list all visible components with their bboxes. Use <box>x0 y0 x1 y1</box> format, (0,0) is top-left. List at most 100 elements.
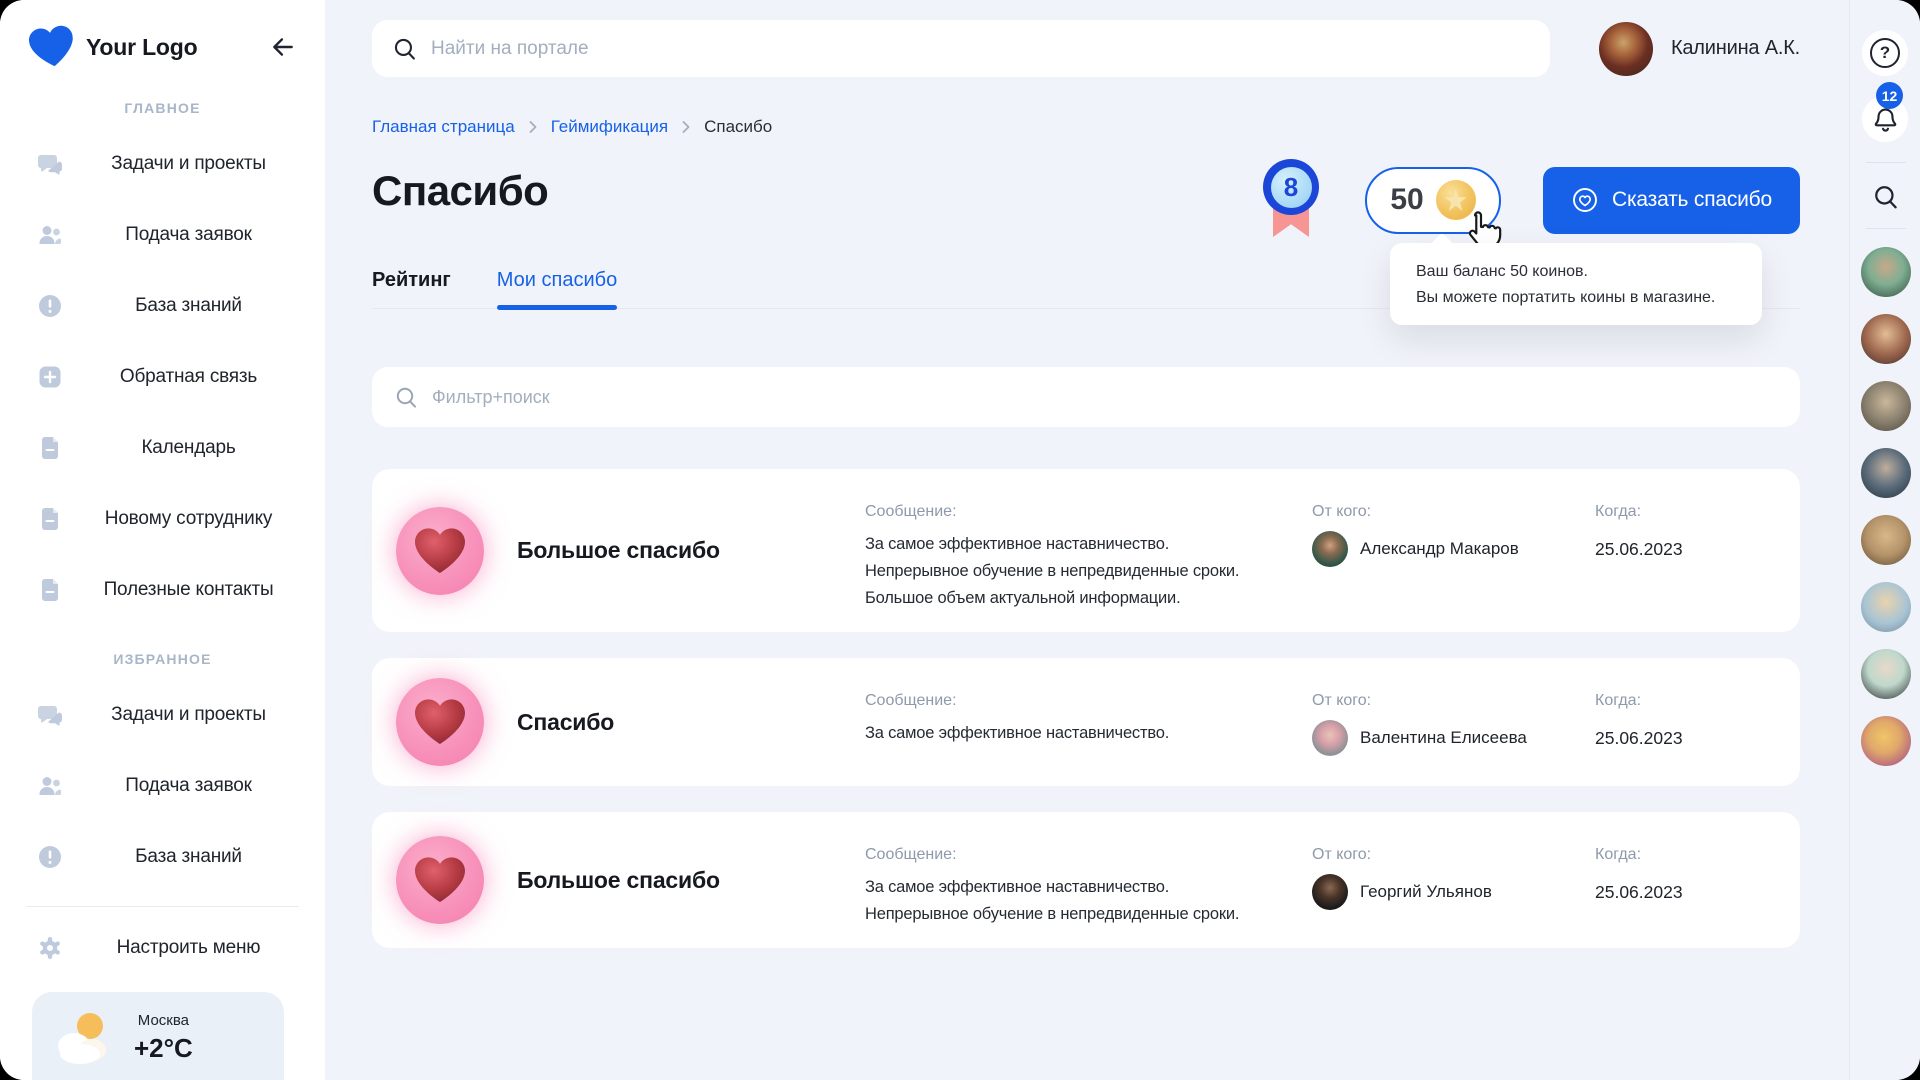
thanks-heart-icon <box>396 836 484 924</box>
message-label: Сообщение: <box>865 678 1312 710</box>
chat-icon <box>36 150 64 178</box>
tab-rating[interactable]: Рейтинг <box>372 269 451 308</box>
sidebar-item-configure-menu[interactable]: Настроить меню <box>0 925 325 971</box>
tab-my-thanks[interactable]: Мои спасибо <box>497 269 617 308</box>
plus-square-icon <box>36 363 64 391</box>
info-circle-icon <box>36 292 64 320</box>
breadcrumb-current: Спасибо <box>704 117 772 137</box>
user-name: Калинина А.К. <box>1671 37 1800 60</box>
brand-logo-text: Your Logo <box>86 34 197 61</box>
thanks-card[interactable]: Спасибо Сообщение: За самое эффективное … <box>372 658 1800 786</box>
contact-avatar[interactable] <box>1861 247 1911 297</box>
filter-search-input[interactable] <box>432 387 1778 408</box>
sender-avatar <box>1312 874 1348 910</box>
sun-cloud-icon <box>50 1008 112 1064</box>
sidebar-nav-main: Задачи и проекты Подача заявок База знан… <box>0 141 325 613</box>
when-label: Когда: <box>1595 832 1776 864</box>
thanks-date: 25.06.2023 <box>1595 728 1776 749</box>
search-icon <box>392 36 417 61</box>
sidebar-item-feedback[interactable]: Обратная связь <box>0 354 325 400</box>
message-text: За самое эффективное наставничество. Неп… <box>865 531 1312 612</box>
sidebar-item-calendar[interactable]: Календарь <box>0 425 325 471</box>
say-thanks-button[interactable]: Сказать спасибо <box>1543 167 1800 234</box>
notification-count-badge: 12 <box>1876 82 1903 109</box>
logo-row: Your Logo <box>0 0 325 68</box>
thanks-heart-icon <box>396 678 484 766</box>
document-icon <box>36 434 64 462</box>
weather-widget: Москва +2°C <box>32 992 284 1080</box>
portal-search <box>372 20 1550 77</box>
document-icon <box>36 576 64 604</box>
main-content: Калинина А.К. Главная страница Геймифика… <box>325 0 1849 1080</box>
right-rail: ? 12 <box>1849 0 1920 1080</box>
contact-avatar[interactable] <box>1861 381 1911 431</box>
user-menu[interactable]: Калинина А.К. <box>1599 22 1800 76</box>
thanks-card[interactable]: Большое спасибо Сообщение: За самое эффе… <box>372 812 1800 948</box>
thanks-title: Спасибо <box>517 709 865 736</box>
thanks-date: 25.06.2023 <box>1595 539 1776 560</box>
balance-tooltip: Ваш баланс 50 коинов. Вы можете портатит… <box>1390 243 1762 325</box>
document-icon <box>36 505 64 533</box>
info-circle-icon <box>36 843 64 871</box>
contact-avatar[interactable] <box>1861 314 1911 364</box>
from-label: От кого: <box>1312 678 1595 710</box>
sender-avatar <box>1312 531 1348 567</box>
message-label: Сообщение: <box>865 489 1312 521</box>
app-window: Your Logo ГЛАВНОЕ Задачи и проекты Подач… <box>0 0 1920 1080</box>
portal-search-input[interactable] <box>431 38 1530 60</box>
message-text: За самое эффективное наставничество. <box>865 720 1312 747</box>
sidebar-item-tasks[interactable]: Задачи и проекты <box>0 141 325 187</box>
breadcrumb-home[interactable]: Главная страница <box>372 117 515 137</box>
user-avatar[interactable] <box>1599 22 1653 76</box>
contact-avatar[interactable] <box>1861 649 1911 699</box>
weather-temperature: +2°C <box>134 1033 193 1064</box>
sidebar-nav-favorites: Задачи и проекты Подача заявок База знан… <box>0 692 325 880</box>
from-label: От кого: <box>1312 489 1595 521</box>
weather-city: Москва <box>134 1012 193 1029</box>
sidebar-collapse-button[interactable] <box>269 33 297 61</box>
from-label: От кого: <box>1312 832 1595 864</box>
message-label: Сообщение: <box>865 832 1312 864</box>
sidebar-item-tasks-fav[interactable]: Задачи и проекты <box>0 692 325 738</box>
contact-avatar[interactable] <box>1861 716 1911 766</box>
thanks-list: Большое спасибо Сообщение: За самое эффе… <box>372 469 1800 948</box>
sidebar-item-new-employee[interactable]: Новому сотруднику <box>0 496 325 542</box>
sidebar-item-useful-contacts[interactable]: Полезные контакты <box>0 567 325 613</box>
tooltip-line-2: Вы можете портатить коины в магазине. <box>1416 285 1736 311</box>
tooltip-line-1: Ваш баланс 50 коинов. <box>1416 259 1736 285</box>
sidebar-item-knowledge-base[interactable]: База знаний <box>0 283 325 329</box>
when-label: Когда: <box>1595 678 1776 710</box>
left-sidebar: Your Logo ГЛАВНОЕ Задачи и проекты Подач… <box>0 0 325 1080</box>
breadcrumb-gamification[interactable]: Геймификация <box>551 117 668 137</box>
chevron-right-icon <box>525 119 541 135</box>
sender-name: Валентина Елисеева <box>1360 728 1527 748</box>
contact-avatar[interactable] <box>1861 515 1911 565</box>
sender-name: Георгий Ульянов <box>1360 882 1492 902</box>
message-text: За самое эффективное наставничество. Неп… <box>865 874 1312 928</box>
sidebar-item-requests-fav[interactable]: Подача заявок <box>0 763 325 809</box>
coin-balance-pill[interactable]: 50 <box>1365 167 1501 234</box>
contact-avatar[interactable] <box>1861 582 1911 632</box>
bell-icon <box>1872 106 1899 133</box>
filter-search <box>372 367 1800 427</box>
sidebar-divider <box>26 906 299 907</box>
breadcrumb: Главная страница Геймификация Спасибо <box>372 117 1800 137</box>
help-button[interactable]: ? <box>1862 30 1908 76</box>
people-icon <box>36 221 64 249</box>
thanks-card[interactable]: Большое спасибо Сообщение: За самое эффе… <box>372 469 1800 632</box>
search-icon[interactable] <box>1872 183 1899 210</box>
contact-avatar[interactable] <box>1861 448 1911 498</box>
chat-icon <box>36 701 64 729</box>
question-mark-icon: ? <box>1870 38 1900 68</box>
level-medal: 8 <box>1263 159 1319 241</box>
sidebar-item-knowledge-base-fav[interactable]: База знаний <box>0 834 325 880</box>
sidebar-item-requests[interactable]: Подача заявок <box>0 212 325 258</box>
sender-avatar <box>1312 720 1348 756</box>
sender-name: Александр Макаров <box>1360 539 1519 559</box>
thanks-date: 25.06.2023 <box>1595 882 1776 903</box>
thanks-title: Большое спасибо <box>517 537 865 564</box>
thanks-title: Большое спасибо <box>517 867 865 894</box>
heart-circle-icon <box>1571 186 1599 214</box>
rail-divider <box>1866 228 1906 229</box>
search-icon <box>394 385 418 409</box>
